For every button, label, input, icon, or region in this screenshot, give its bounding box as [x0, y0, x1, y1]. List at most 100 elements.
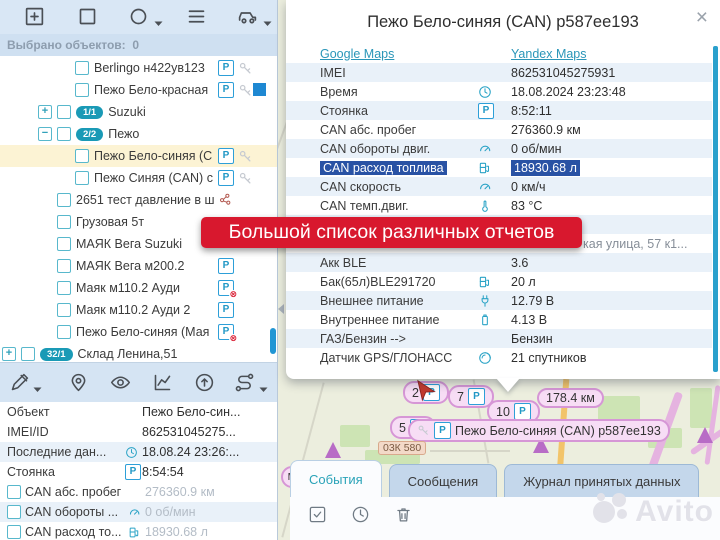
tree-item[interactable]: 2651 тест давление в ш	[0, 189, 277, 211]
tree-item[interactable]: Маяк м110.2 АудиP⊗	[0, 277, 277, 299]
property-row: ОбъектПежо Бело-син...	[0, 402, 277, 422]
property-label: Объект	[7, 405, 125, 419]
popup-row-value: кая улица, 57 к1...	[583, 237, 687, 251]
route-icon[interactable]	[234, 372, 255, 398]
chevron-down-icon[interactable]	[33, 380, 42, 398]
map-marker-label: 5	[399, 421, 406, 435]
tree-item[interactable]: Пежо Синяя (CAN) сP	[0, 167, 277, 189]
geofence-icon[interactable]	[77, 6, 98, 32]
tree-item-checkbox[interactable]	[57, 105, 71, 119]
tree-scrollbar[interactable]	[270, 328, 276, 354]
popup-row-value: 12.79 В	[511, 294, 554, 308]
selected-objects-count: 0	[132, 38, 139, 52]
watermark: Avito	[591, 490, 714, 534]
tree-item[interactable]: Пежо Бело-синяя (МаяP⊗	[0, 321, 277, 343]
expand-icon[interactable]: +	[2, 347, 16, 361]
property-checkbox[interactable]	[7, 525, 21, 539]
property-row: CAN обороты ...0 об/мин	[0, 502, 277, 522]
key-icon	[417, 424, 430, 437]
map-marker[interactable]: 2P	[403, 381, 449, 404]
circle-tool-icon[interactable]	[128, 6, 149, 32]
key-icon	[238, 83, 253, 98]
chevron-down-icon[interactable]	[154, 14, 163, 32]
tree-item[interactable]: МАЯК Вега м200.2P	[0, 255, 277, 277]
tree-item[interactable]: +32/1 Склад Ленина,51	[0, 343, 277, 363]
tree-item-checkbox[interactable]	[57, 215, 71, 229]
popup-row-label: Датчик GPS/ГЛОНАСС	[320, 351, 478, 365]
map-marker[interactable]: 178.4 км	[537, 388, 604, 408]
popup-title: Пежо Бело-синяя (CAN) p587ee193	[286, 0, 720, 44]
chart-icon[interactable]	[152, 372, 173, 398]
tree-item[interactable]: −2/2Пежо	[0, 123, 277, 145]
eye-icon[interactable]	[110, 372, 131, 398]
map-marker[interactable]: 7P	[448, 385, 494, 408]
select-all-icon[interactable]	[308, 505, 327, 529]
map-marker-label: Пежо Бело-синяя (CAN) p587ee193	[455, 424, 661, 438]
tree-item-checkbox[interactable]	[57, 127, 71, 141]
group-count-badge: 32/1	[40, 348, 73, 361]
tree-item-checkbox[interactable]	[75, 171, 89, 185]
collapse-icon[interactable]: −	[38, 127, 52, 141]
expand-icon[interactable]: +	[38, 105, 52, 119]
parking-status-icon: P	[218, 170, 234, 186]
property-checkbox[interactable]	[7, 485, 21, 499]
popup-data-row: ГАЗ/Бензин -->Бензин	[286, 329, 712, 348]
yandex-maps-link[interactable]: Yandex Maps	[511, 47, 587, 61]
close-icon[interactable]: ×	[696, 6, 708, 30]
tab-events[interactable]: События	[290, 460, 382, 497]
map-marker[interactable]: PПежо Бело-синяя (CAN) p587ee193	[408, 419, 670, 442]
tree-item-icons: P	[218, 148, 253, 164]
plug-icon	[478, 294, 492, 308]
popup-data-row: Акк BLE3.6	[286, 253, 712, 272]
fuel-icon	[128, 526, 141, 539]
tree-item-checkbox[interactable]	[75, 61, 89, 75]
sat-icon	[478, 351, 492, 365]
vehicle-filter-icon[interactable]	[237, 6, 258, 32]
tree-item-checkbox[interactable]	[57, 303, 71, 317]
tree-item-checkbox[interactable]	[57, 259, 71, 273]
add-object-icon[interactable]	[24, 6, 45, 32]
gauge-icon	[478, 142, 492, 156]
popup-data-row: CAN темп.двиг.83 °C	[286, 196, 712, 215]
property-label: CAN расход то...	[25, 525, 128, 539]
tree-item-label: МАЯК Вега Suzuki	[76, 237, 182, 251]
group-count-badge: 1/1	[76, 106, 103, 119]
edit-icon[interactable]	[9, 372, 30, 398]
popup-row-label: CAN обороты двиг.	[320, 142, 478, 156]
tree-item[interactable]: Пежо Бело-синяя (СP	[0, 145, 277, 167]
tree-item-checkbox[interactable]	[57, 281, 71, 295]
property-label: Последние дан...	[7, 445, 125, 459]
tree-item-checkbox[interactable]	[21, 347, 35, 361]
tree-item-checkbox[interactable]	[57, 325, 71, 339]
history-icon[interactable]	[351, 505, 370, 529]
tab-messages[interactable]: Сообщения	[389, 464, 498, 497]
popup-row-label: Бак(65л)BLE291720	[320, 275, 478, 289]
popup-scrollbar[interactable]	[713, 46, 718, 372]
tree-item[interactable]: +1/1Suzuki	[0, 101, 277, 123]
tree-item[interactable]: Пежо Бело-краснаяP	[0, 79, 277, 101]
tree-item-label: Маяк м110.2 Ауди 2	[76, 303, 190, 317]
parking-status-icon: P	[218, 302, 234, 318]
road-number-badge: 03К 580	[378, 441, 426, 455]
send-icon[interactable]	[194, 372, 215, 398]
chevron-down-icon[interactable]	[259, 380, 268, 398]
property-checkbox[interactable]	[7, 505, 21, 519]
tree-item-checkbox[interactable]	[75, 83, 89, 97]
tree-item-checkbox[interactable]	[75, 149, 89, 163]
google-maps-link[interactable]: Google Maps	[320, 47, 394, 61]
tree-item-checkbox[interactable]	[57, 237, 71, 251]
panel-collapse-icon[interactable]	[278, 304, 284, 314]
property-value: 276360.9 км	[145, 485, 215, 499]
tree-item-label: Склад Ленина,51	[78, 347, 178, 361]
parking-status-icon: P⊗	[218, 324, 234, 340]
tree-item-checkbox[interactable]	[57, 193, 71, 207]
location-pin-icon[interactable]	[68, 372, 89, 398]
trash-icon[interactable]	[394, 505, 413, 529]
tree-item[interactable]: Berlingo н422ув123P	[0, 57, 277, 79]
tree-item-icons: P	[218, 302, 234, 318]
list-icon[interactable]	[186, 6, 207, 32]
tree-item-icons: P	[218, 82, 253, 98]
tree-item[interactable]: Маяк м110.2 Ауди 2 P	[0, 299, 277, 321]
track-color-swatch[interactable]	[253, 83, 266, 96]
chevron-down-icon[interactable]	[263, 14, 272, 32]
